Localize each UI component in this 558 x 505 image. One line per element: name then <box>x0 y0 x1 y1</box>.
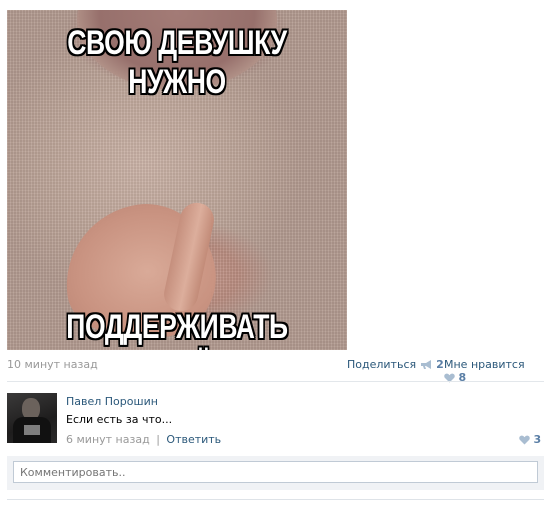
heart-icon <box>519 435 530 445</box>
comment-like-count: 3 <box>533 433 542 446</box>
post-meta: 10 минут назад Поделиться 2 Мне нравится… <box>7 358 539 384</box>
comment-text: Если есть за что... <box>66 413 173 426</box>
avatar-shirt-print <box>24 425 40 435</box>
comment-box <box>7 456 544 490</box>
like-label: Мне нравится <box>444 358 525 371</box>
reply-link[interactable]: Ответить <box>166 433 221 446</box>
post-image[interactable]: СВОЮ ДЕВУШКУ НУЖНО ПОДДЕРЖИВАТЬ ВО ВСЁМ! <box>7 10 347 350</box>
share-count: 2 <box>436 358 444 371</box>
megaphone-icon <box>420 360 431 369</box>
share-label: Поделиться <box>347 358 417 371</box>
like-count: 8 <box>458 371 467 384</box>
avatar[interactable] <box>7 393 57 443</box>
comment-meta: 6 минут назад | Ответить <box>66 433 221 446</box>
divider <box>7 381 544 382</box>
post-time[interactable]: 10 минут назад <box>7 358 98 371</box>
meme-bottom-caption: ПОДДЕРЖИВАТЬ ВО ВСЁМ! <box>66 308 288 350</box>
bottom-divider <box>7 499 544 500</box>
meme-top-caption: СВОЮ ДЕВУШКУ НУЖНО <box>67 24 287 101</box>
comment-like-button[interactable]: 3 <box>519 433 541 446</box>
separator: | <box>156 433 160 446</box>
comment-input[interactable] <box>13 461 538 483</box>
comment-author-link[interactable]: Павел Порошин <box>66 395 158 408</box>
comment-time[interactable]: 6 минут назад <box>66 433 150 446</box>
share-button[interactable]: Поделиться 2 <box>347 358 444 371</box>
